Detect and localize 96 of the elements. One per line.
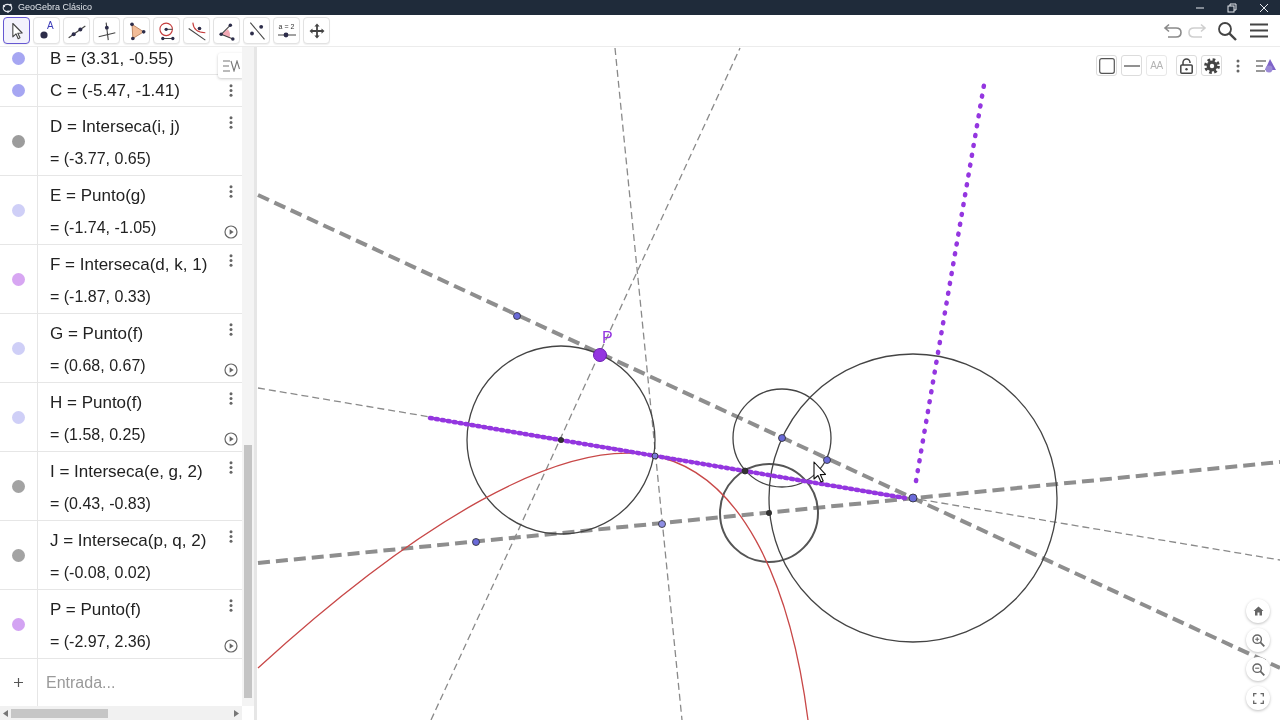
visibility-dot-icon[interactable] (12, 272, 25, 286)
zoom-out-button[interactable] (1246, 657, 1270, 681)
point (651, 452, 659, 460)
visibility-dot-icon[interactable] (12, 203, 25, 217)
curve-tangent-icon (186, 20, 207, 41)
value-text: = (1.58, 0.25) (50, 425, 147, 445)
scroll-left-icon[interactable] (3, 709, 8, 717)
point-icon (40, 31, 48, 39)
visibility-dot-icon[interactable] (12, 84, 25, 97)
crossing-lines-icon (96, 20, 117, 41)
tool-button[interactable] (3, 17, 30, 44)
value-text: = (-3.77, 0.65) (50, 149, 152, 169)
scrollbar-thumb[interactable] (244, 445, 252, 698)
window-title: GeoGebra Clásico (18, 1, 93, 14)
line-style-icon (1123, 63, 1140, 68)
color-swatch-icon (1098, 57, 1115, 74)
visibility-dot-icon[interactable] (12, 341, 25, 355)
definition-text: J = Interseca(p, q, 2) (50, 530, 208, 552)
point (658, 520, 666, 528)
visibility-dot-icon[interactable] (12, 134, 25, 148)
value-text: = (-0.08, 0.02) (50, 563, 152, 583)
plus-icon[interactable] (13, 677, 24, 688)
undo-icon[interactable] (1163, 22, 1183, 39)
point (741, 467, 749, 475)
home-button[interactable] (1246, 599, 1270, 623)
more-options-icon[interactable] (229, 599, 233, 612)
visibility-dot-icon[interactable] (12, 548, 25, 562)
definition-text: P = Punto(f) (50, 599, 142, 621)
scroll-right-icon[interactable] (234, 709, 239, 717)
visibility-dot-icon[interactable] (12, 617, 25, 631)
definition-text: E = Punto(g) (50, 185, 147, 207)
point (593, 348, 607, 362)
more-options-icon[interactable] (229, 323, 233, 336)
more-options-icon[interactable] (229, 84, 233, 97)
more-options-icon[interactable] (229, 185, 233, 198)
slider-icon (276, 32, 297, 38)
zoom-in-button[interactable] (1246, 628, 1270, 652)
play-icon[interactable] (224, 225, 238, 239)
scrollbar[interactable] (242, 47, 254, 706)
fullscreen-icon (1252, 692, 1264, 704)
value-text: = (-2.97, 2.36) (50, 632, 152, 652)
style-button[interactable] (1176, 55, 1197, 76)
visibility-dot-icon[interactable] (12, 479, 25, 493)
zoom-out-icon (1251, 662, 1265, 676)
definition-text: C = (-5.47, -1.41) (50, 80, 181, 102)
definition-text: F = Interseca(d, k, 1) (50, 254, 209, 276)
style-button[interactable] (1096, 55, 1117, 76)
search-icon[interactable] (1217, 20, 1237, 41)
mouse-cursor-icon (813, 461, 827, 483)
zoom-in-icon (1251, 633, 1265, 647)
more-options-icon[interactable] (229, 254, 233, 267)
point (778, 434, 786, 442)
more-options-icon[interactable] (229, 116, 233, 129)
fullscreen-button[interactable] (1246, 686, 1270, 710)
style-bar-toggle-icon[interactable] (1256, 57, 1276, 74)
scrollbar[interactable] (0, 706, 242, 720)
definition-text: G = Punto(f) (50, 323, 145, 345)
circle-icon (156, 20, 177, 41)
definition-text: D = Interseca(i, j) (50, 116, 181, 138)
settings-icon (1203, 57, 1220, 74)
point-label: P (602, 329, 613, 346)
more-options-icon[interactable] (229, 392, 233, 405)
definition-text: B = (3.31, -0.55) (50, 48, 175, 70)
play-icon[interactable] (224, 432, 238, 446)
point (823, 456, 831, 464)
definition-text: I = Interseca(e, g, 2) (50, 461, 204, 483)
play-icon[interactable] (224, 363, 238, 377)
value-text: = (-1.87, 0.33) (50, 287, 152, 307)
app-icon (2, 2, 13, 13)
value-text: = (-1.74, -1.05) (50, 218, 158, 238)
visibility-dot-icon[interactable] (12, 410, 25, 424)
point (513, 312, 521, 320)
open-padlock-icon (1180, 57, 1193, 74)
style-button[interactable] (1201, 55, 1222, 76)
four-way-arrow-icon (307, 21, 326, 40)
restore-icon[interactable] (1227, 2, 1237, 13)
play-icon[interactable] (224, 639, 238, 653)
visibility-dot-icon[interactable] (12, 52, 25, 65)
more-options-icon[interactable] (229, 530, 233, 543)
more-options-icon[interactable] (229, 461, 233, 474)
algebra-menu-button[interactable] (218, 53, 242, 78)
point (472, 538, 480, 546)
close-icon[interactable] (1259, 2, 1269, 13)
home-icon (1252, 606, 1264, 616)
scrollbar-thumb[interactable] (11, 708, 108, 718)
tool-button[interactable]: A (33, 17, 60, 44)
point (908, 493, 918, 503)
point (558, 437, 564, 443)
point (766, 510, 772, 516)
value-text: = (0.68, 0.67) (50, 356, 147, 376)
more-options-icon[interactable] (1236, 58, 1240, 73)
menu-icon[interactable] (1250, 23, 1268, 38)
value-text: = (0.43, -0.83) (50, 494, 152, 514)
lines-zigzag-icon (222, 59, 240, 72)
angle-icon (216, 20, 237, 41)
definition-text: H = Punto(f) (50, 392, 144, 414)
